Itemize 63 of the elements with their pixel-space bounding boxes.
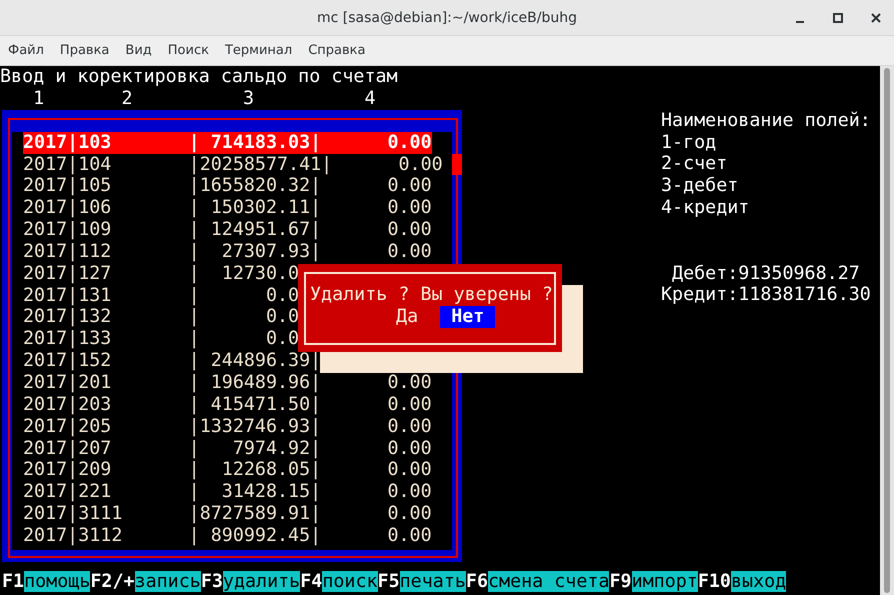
table-row[interactable]: 2017|3112 | 890992.45| 0.00 bbox=[23, 524, 432, 547]
maximize-icon bbox=[833, 13, 843, 23]
menu-item[interactable]: Файл bbox=[0, 36, 52, 65]
table-row[interactable]: 2017|3111 |8727589.91| 0.00 bbox=[23, 503, 432, 525]
column-number: 1 bbox=[33, 88, 44, 110]
function-key-label[interactable]: импорт bbox=[632, 570, 698, 592]
dialog-message: Удалить ? Вы уверены ? bbox=[309, 284, 554, 306]
table-row[interactable]: 2017|205 |1332746.93| 0.00 bbox=[23, 416, 432, 438]
menu-item[interactable]: Вид bbox=[117, 36, 160, 65]
total-line: Дебет:91350968.27 bbox=[671, 262, 861, 284]
menu-item[interactable]: Терминал bbox=[216, 36, 300, 65]
legend-item: 3-дебет bbox=[661, 175, 740, 198]
column-number: 4 bbox=[364, 88, 376, 110]
table-row[interactable]: 2017|207 | 7974.92| 0.00 bbox=[23, 438, 432, 460]
scrollbar[interactable] bbox=[880, 66, 894, 595]
table-row[interactable]: 2017|112 | 27307.93| 0.00 bbox=[23, 240, 432, 263]
total-line: Кредит:118381716.30 bbox=[661, 284, 871, 306]
function-key: F1 bbox=[2, 570, 24, 592]
legend-item: 4-кредит bbox=[661, 197, 750, 219]
legend-title: Наименование полей: bbox=[661, 110, 871, 132]
menu-item[interactable]: Справка bbox=[300, 36, 374, 65]
table-row[interactable]: 2017|106 | 150302.11| 0.00 bbox=[23, 197, 432, 220]
legend-item: 2-счет bbox=[661, 153, 728, 176]
function-key: F5 bbox=[378, 570, 400, 592]
screen-heading: Ввод и коректировка сальдо по счетам bbox=[0, 66, 398, 88]
function-key: F4 bbox=[300, 570, 322, 592]
dialog-button[interactable]: Да bbox=[385, 306, 430, 328]
table-row[interactable]: 2017|201 | 196489.96| 0.00 bbox=[23, 372, 432, 394]
table-row[interactable]: 2017|152 | 244896.39| bbox=[23, 350, 322, 372]
column-number: 2 bbox=[121, 88, 133, 110]
table-row[interactable]: 2017|203 | 415471.50| 0.00 bbox=[23, 394, 432, 416]
minimize-icon bbox=[796, 21, 804, 23]
table-row[interactable]: 2017|127 | 12730.0 bbox=[23, 262, 300, 285]
function-key-label[interactable]: удалить bbox=[222, 570, 300, 592]
table-row[interactable]: 2017|105 |1655820.32| 0.00 bbox=[23, 175, 432, 198]
function-key: F10 bbox=[698, 570, 731, 592]
function-key: F2/+ bbox=[90, 570, 135, 592]
scrollbar-thumb[interactable] bbox=[884, 68, 890, 593]
table-row[interactable]: 2017|109 | 124951.67| 0.00 bbox=[23, 219, 432, 241]
close-icon bbox=[871, 13, 881, 23]
legend-item: 1-год bbox=[661, 132, 718, 154]
table-row[interactable]: 2017|131 | 0.0 bbox=[23, 284, 300, 306]
function-key: F3 bbox=[200, 570, 223, 592]
table-row[interactable]: 2017|132 | 0.0 bbox=[23, 306, 300, 328]
table-row[interactable]: 2017|209 | 12268.05| 0.00 bbox=[23, 459, 432, 482]
dialog-button[interactable]: Нет bbox=[440, 306, 496, 328]
function-key-label[interactable]: помощь bbox=[24, 570, 90, 592]
table-row[interactable]: 2017|133 | 0.0 bbox=[23, 328, 300, 350]
function-key-label[interactable]: выход bbox=[730, 570, 786, 592]
function-key-label[interactable]: смена счета bbox=[488, 570, 610, 592]
table-row[interactable]: 2017|103 | 714183.03| 0.00 bbox=[23, 132, 432, 154]
function-key-label[interactable]: поиск bbox=[322, 570, 378, 592]
function-key: F6 bbox=[466, 570, 488, 592]
scroll-indicator bbox=[452, 154, 462, 175]
window-title: mc [sasa@debian]:~/work/iceB/buhg bbox=[317, 10, 577, 26]
function-key-label[interactable]: печать bbox=[400, 570, 466, 592]
table-row[interactable]: 2017|221 | 31428.15| 0.00 bbox=[23, 481, 432, 504]
function-key-label[interactable]: запись bbox=[134, 570, 201, 592]
table-row[interactable]: 2017|104 |20258577.41| 0.00 bbox=[23, 154, 443, 176]
menu-item[interactable]: Правка bbox=[52, 36, 118, 65]
function-key: F9 bbox=[609, 570, 632, 592]
column-number: 3 bbox=[242, 88, 254, 110]
menu-item[interactable]: Поиск bbox=[160, 36, 217, 65]
